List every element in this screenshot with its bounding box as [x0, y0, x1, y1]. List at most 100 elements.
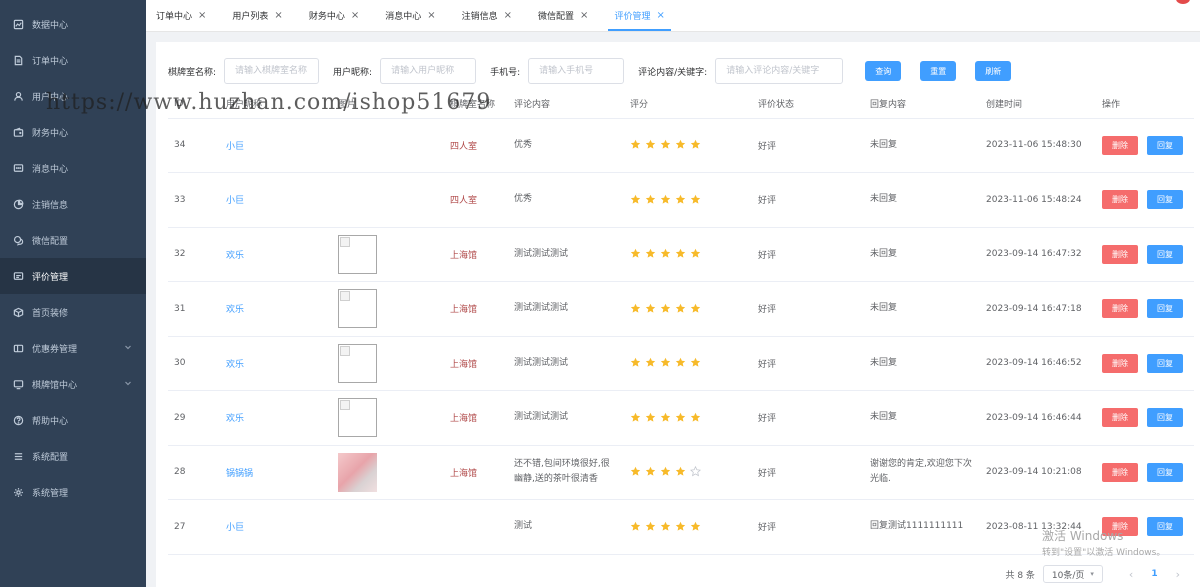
refresh-button[interactable]: 刷新 [975, 61, 1012, 81]
star-icon [690, 521, 703, 533]
star-icon [645, 521, 658, 533]
review-photo[interactable] [338, 452, 377, 492]
delete-button[interactable]: 删除 [1102, 244, 1138, 264]
user-nickname[interactable]: 欢乐 [226, 251, 244, 261]
close-icon[interactable]: × [656, 10, 664, 21]
reset-button[interactable]: 重置 [920, 61, 957, 81]
room-name-cell: 上海馆 [444, 390, 508, 446]
reply-button[interactable]: 回复 [1147, 190, 1183, 210]
tab[interactable]: 评价管理 × [608, 0, 672, 31]
delete-button[interactable]: 删除 [1102, 353, 1138, 373]
review-content-cell: 测试测试测试 [508, 281, 624, 337]
sidebar-item[interactable]: 订单中心 [0, 42, 146, 78]
sidebar-item[interactable]: 系统配置 [0, 438, 146, 474]
nickname-input[interactable] [380, 58, 477, 84]
star-rating [630, 248, 752, 260]
reply-button[interactable]: 回复 [1147, 408, 1183, 428]
sidebar-item[interactable]: 消息中心 [0, 150, 146, 186]
user-nickname[interactable]: 欢乐 [226, 305, 244, 315]
reply-button[interactable]: 回复 [1147, 462, 1183, 482]
tab[interactable]: 消息中心 × [379, 0, 441, 31]
reply-button[interactable]: 回复 [1147, 135, 1183, 155]
review-id-cell: 27 [168, 499, 220, 555]
star-rating [630, 412, 752, 424]
broken-image-icon[interactable] [338, 343, 377, 383]
rating-cell [624, 118, 752, 173]
sidebar-item[interactable]: 系统管理 [0, 474, 146, 510]
broken-image-icon[interactable] [338, 289, 377, 329]
delete-button[interactable]: 删除 [1102, 135, 1138, 155]
user-nickname[interactable]: 欢乐 [226, 360, 244, 370]
delete-button[interactable]: 删除 [1102, 517, 1138, 537]
tab-label: 财务中心 [308, 11, 345, 22]
review-content-cell: 测试测试测试 [508, 336, 624, 391]
close-icon[interactable]: × [198, 10, 206, 21]
reply-button[interactable]: 回复 [1147, 517, 1183, 537]
created-time-cell: 2023-11-06 15:48:30 [980, 118, 1096, 173]
user-nickname[interactable]: 小巨 [226, 196, 244, 206]
reply-content: 未回复 [870, 194, 898, 205]
query-button[interactable]: 查询 [865, 61, 902, 81]
user-nickname[interactable]: 锅锅锅 [226, 469, 253, 479]
review-content-cell: 还不错,包间环境很好,很幽静,送的茶叶很清香 [508, 445, 624, 500]
keyword-input[interactable] [715, 58, 844, 84]
sidebar-item[interactable]: 棋牌馆中心 [0, 366, 146, 402]
user-nickname[interactable]: 欢乐 [226, 414, 244, 424]
sidebar-item[interactable]: 用户中心 [0, 78, 146, 114]
created-time-cell: 2023-09-14 16:47:18 [980, 281, 1096, 337]
rating-cell [624, 499, 752, 555]
sidebar-item[interactable]: 帮助中心 [0, 402, 146, 438]
tab[interactable]: 用户列表 × [226, 0, 288, 31]
page-size-select[interactable]: 10条/页 ▾ [1042, 565, 1103, 583]
delete-button[interactable]: 删除 [1102, 190, 1138, 210]
review-content: 测试测试测试 [514, 248, 569, 259]
created-time-cell: 2023-11-06 15:48:24 [980, 172, 1096, 228]
user-nickname[interactable]: 小巨 [226, 523, 244, 533]
reply-content-cell: 回复测试1111111111 [864, 499, 980, 555]
sidebar-item[interactable]: 财务中心 [0, 114, 146, 150]
sidebar-item[interactable]: 首页装修 [0, 294, 146, 330]
star-icon [660, 412, 673, 424]
sidebar-item[interactable]: 优惠券管理 [0, 330, 146, 366]
created-time: 2023-09-14 16:46:44 [986, 412, 1082, 423]
actions-cell: 删除 回复 [1096, 227, 1194, 282]
reply-button[interactable]: 回复 [1147, 299, 1183, 319]
sidebar-item[interactable]: 评价管理 [0, 258, 146, 294]
sidebar-item[interactable]: 数据中心 [0, 6, 146, 42]
close-icon[interactable]: × [580, 10, 588, 21]
delete-button[interactable]: 删除 [1102, 299, 1138, 319]
room-name-input[interactable] [224, 58, 320, 84]
sidebar-item-label: 帮助中心 [32, 416, 69, 427]
column-header: 评论内容 [508, 90, 624, 119]
actions-cell: 删除 回复 [1096, 390, 1194, 446]
close-icon[interactable]: × [427, 10, 435, 21]
actions-cell: 删除 回复 [1096, 445, 1194, 500]
review-content-cell: 测试测试测试 [508, 227, 624, 282]
tab[interactable]: 财务中心 × [303, 0, 365, 31]
prev-page-icon[interactable]: ‹ [1129, 568, 1133, 581]
reply-button[interactable]: 回复 [1147, 353, 1183, 373]
close-icon[interactable]: × [504, 10, 512, 21]
user-nickname[interactable]: 小巨 [226, 142, 244, 152]
tab[interactable]: 微信配置 × [532, 0, 594, 31]
tab[interactable]: 订单中心 × [150, 0, 212, 31]
close-icon[interactable]: × [274, 10, 282, 21]
phone-input[interactable] [528, 58, 625, 84]
tab-label: 微信配置 [538, 11, 575, 22]
reply-content: 谢谢您的肯定,欢迎您下次光临. [870, 459, 972, 485]
broken-image-icon[interactable] [338, 234, 377, 274]
broken-image-icon[interactable] [338, 398, 377, 438]
sidebar-item[interactable]: 注销信息 [0, 186, 146, 222]
delete-button[interactable]: 删除 [1102, 408, 1138, 428]
close-icon[interactable]: × [351, 10, 359, 21]
review-status: 好评 [758, 414, 777, 425]
room-name-cell: 上海馆 [444, 281, 508, 337]
created-time: 2023-09-14 10:21:08 [986, 467, 1082, 478]
reply-button[interactable]: 回复 [1147, 244, 1183, 264]
next-page-icon[interactable]: › [1176, 568, 1180, 581]
delete-button[interactable]: 删除 [1102, 462, 1138, 482]
star-icon [645, 139, 658, 151]
tab[interactable]: 注销信息 × [456, 0, 518, 31]
current-page[interactable]: 1 [1151, 569, 1157, 579]
sidebar-item[interactable]: 微信配置 [0, 222, 146, 258]
